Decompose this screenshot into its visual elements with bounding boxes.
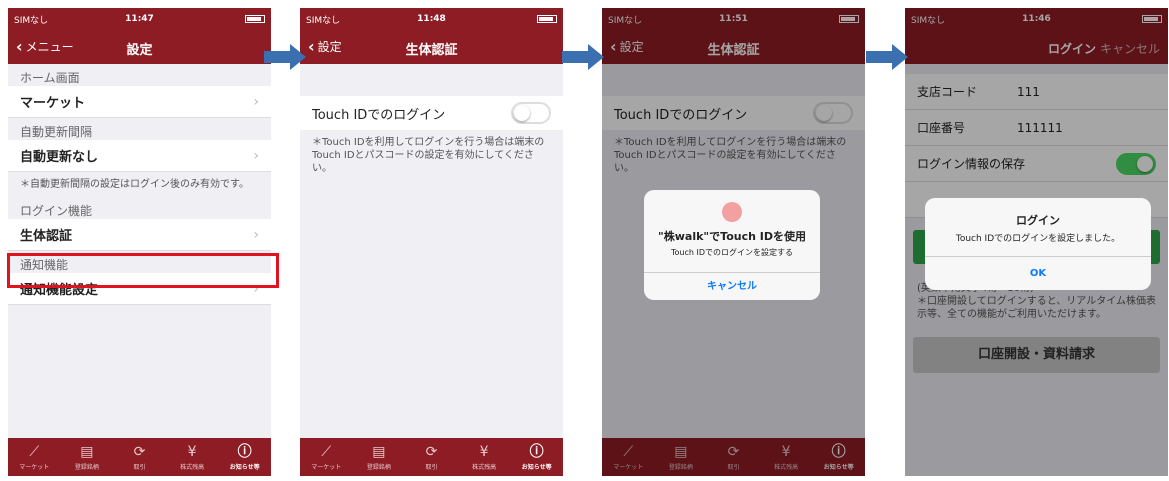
tab-watchlist[interactable]: ▤ 登録銘柄 <box>61 438 114 476</box>
tab-market[interactable]: ⟋ マーケット <box>8 438 61 476</box>
arrow-right-icon <box>562 44 604 70</box>
alert-title: "株walk"でTouch IDを使用 <box>658 230 806 243</box>
login-screen: SIMなし 11:46 ログイン キャンセル 支店コード 111 口座番号 1111… <box>905 8 1168 476</box>
touchid-note: ＊Touch IDを利用してログインを行う場合は端末のTouch IDとパスコー… <box>300 130 563 181</box>
section-header-refresh: 自動更新間隔 <box>20 125 93 139</box>
tab-label: 株式残高 <box>472 464 497 471</box>
section-header-home: ホーム画面 <box>20 71 80 85</box>
tab-label: 登録銘柄 <box>366 464 391 471</box>
status-bar: SIMなし 11:47 <box>8 8 271 30</box>
chevron-right-icon: › <box>253 93 259 110</box>
tab-label: 取引 <box>133 464 146 471</box>
touchid-label: Touch IDでのログイン <box>312 107 446 123</box>
touchid-alert: "株walk"でTouch IDを使用 Touch IDでのログインを設定する … <box>644 190 820 300</box>
chevron-right-icon: › <box>253 147 259 164</box>
clock: 11:48 <box>417 14 446 24</box>
chevron-right-icon: › <box>253 226 259 243</box>
tab-market[interactable]: ⟋ マーケット <box>300 438 353 476</box>
home-screen-item[interactable]: マーケット › <box>8 86 271 118</box>
biometric-screen: SIMなし 11:48 ‹ 設定 生体認証 Touch IDでのログイン ＊Tou… <box>300 8 563 476</box>
refresh-interval-item[interactable]: 自動更新なし › <box>8 140 271 172</box>
settings-screen: SIMなし 11:47 ‹ メニュー 設定 ホーム画面 マーケット › 自動更新間隔… <box>8 8 271 476</box>
clock: 11:47 <box>125 14 154 24</box>
clipboard-icon: ▤ <box>80 444 94 460</box>
touchid-switch[interactable] <box>511 102 551 124</box>
biometric-auth-item[interactable]: 生体認証 › <box>8 219 271 251</box>
tab-trade[interactable]: ⟳ 取引 <box>113 438 166 476</box>
chart-icon: ⟋ <box>29 444 40 460</box>
arrow-right-icon <box>264 44 306 70</box>
tab-label: マーケット <box>19 464 50 471</box>
refresh-note: ＊自動更新間隔の設定はログイン後のみ有効です。 <box>8 172 271 197</box>
login-alert: ログイン Touch IDでのログインを設定しました。 OK <box>925 198 1151 290</box>
tab-bar: ⟋ マーケット ▤ 登録銘柄 ⟳ 取引 ¥ 株式残高 ⓘ お知らせ等 <box>300 438 563 476</box>
tab-label: 株式残高 <box>180 464 205 471</box>
cell-label: 自動更新なし <box>20 150 99 165</box>
nav-bar: ‹ 設定 生体認証 <box>300 30 563 64</box>
tab-balance[interactable]: ¥ 株式残高 <box>458 438 511 476</box>
alert-message: Touch IDでのログインを設定する <box>670 248 794 257</box>
alert-title: ログイン <box>1016 214 1060 227</box>
refresh-icon: ⟳ <box>133 444 146 460</box>
tab-label: 取引 <box>425 464 438 471</box>
touchid-prompt-screen: SIMなし 11:51 ‹ 設定 生体認証 Touch IDでのログイン ＊Tou… <box>602 8 865 476</box>
ok-button[interactable]: OK <box>925 256 1151 290</box>
tab-bar: ⟋ マーケット ▤ 登録銘柄 ⟳ 取引 ¥ 株式残高 ⓘ お知らせ等 <box>8 438 271 476</box>
tab-info[interactable]: ⓘ お知らせ等 <box>218 438 271 476</box>
yen-icon: ¥ <box>479 444 489 460</box>
chart-icon: ⟋ <box>321 444 332 460</box>
nav-bar: ‹ メニュー 設定 <box>8 30 271 64</box>
cell-label: 生体認証 <box>20 229 73 244</box>
page-title: 設定 <box>126 43 153 58</box>
highlight-box <box>7 253 279 288</box>
tab-info[interactable]: ⓘ お知らせ等 <box>510 438 563 476</box>
alert-message: Touch IDでのログインを設定しました。 <box>955 234 1121 244</box>
tab-trade[interactable]: ⟳ 取引 <box>405 438 458 476</box>
touchid-row: Touch IDでのログイン <box>300 96 563 130</box>
fingerprint-icon <box>722 202 742 222</box>
page-title: 生体認証 <box>405 43 458 58</box>
info-icon: ⓘ <box>529 444 544 460</box>
tab-label: お知らせ等 <box>521 464 552 471</box>
tab-watchlist[interactable]: ▤ 登録銘柄 <box>353 438 406 476</box>
battery-icon <box>245 15 265 23</box>
tab-balance[interactable]: ¥ 株式残高 <box>166 438 219 476</box>
clipboard-icon: ▤ <box>372 444 386 460</box>
yen-icon: ¥ <box>187 444 197 460</box>
cancel-button[interactable]: キャンセル <box>644 272 820 300</box>
refresh-icon: ⟳ <box>425 444 438 460</box>
status-bar: SIMなし 11:48 <box>300 8 563 30</box>
arrow-right-icon <box>866 44 908 70</box>
battery-icon <box>537 15 557 23</box>
tab-label: マーケット <box>311 464 342 471</box>
tab-label: お知らせ等 <box>229 464 260 471</box>
tab-label: 登録銘柄 <box>74 464 99 471</box>
info-icon: ⓘ <box>237 444 252 460</box>
cell-label: マーケット <box>20 96 86 111</box>
section-header-login: ログイン機能 <box>20 204 93 218</box>
